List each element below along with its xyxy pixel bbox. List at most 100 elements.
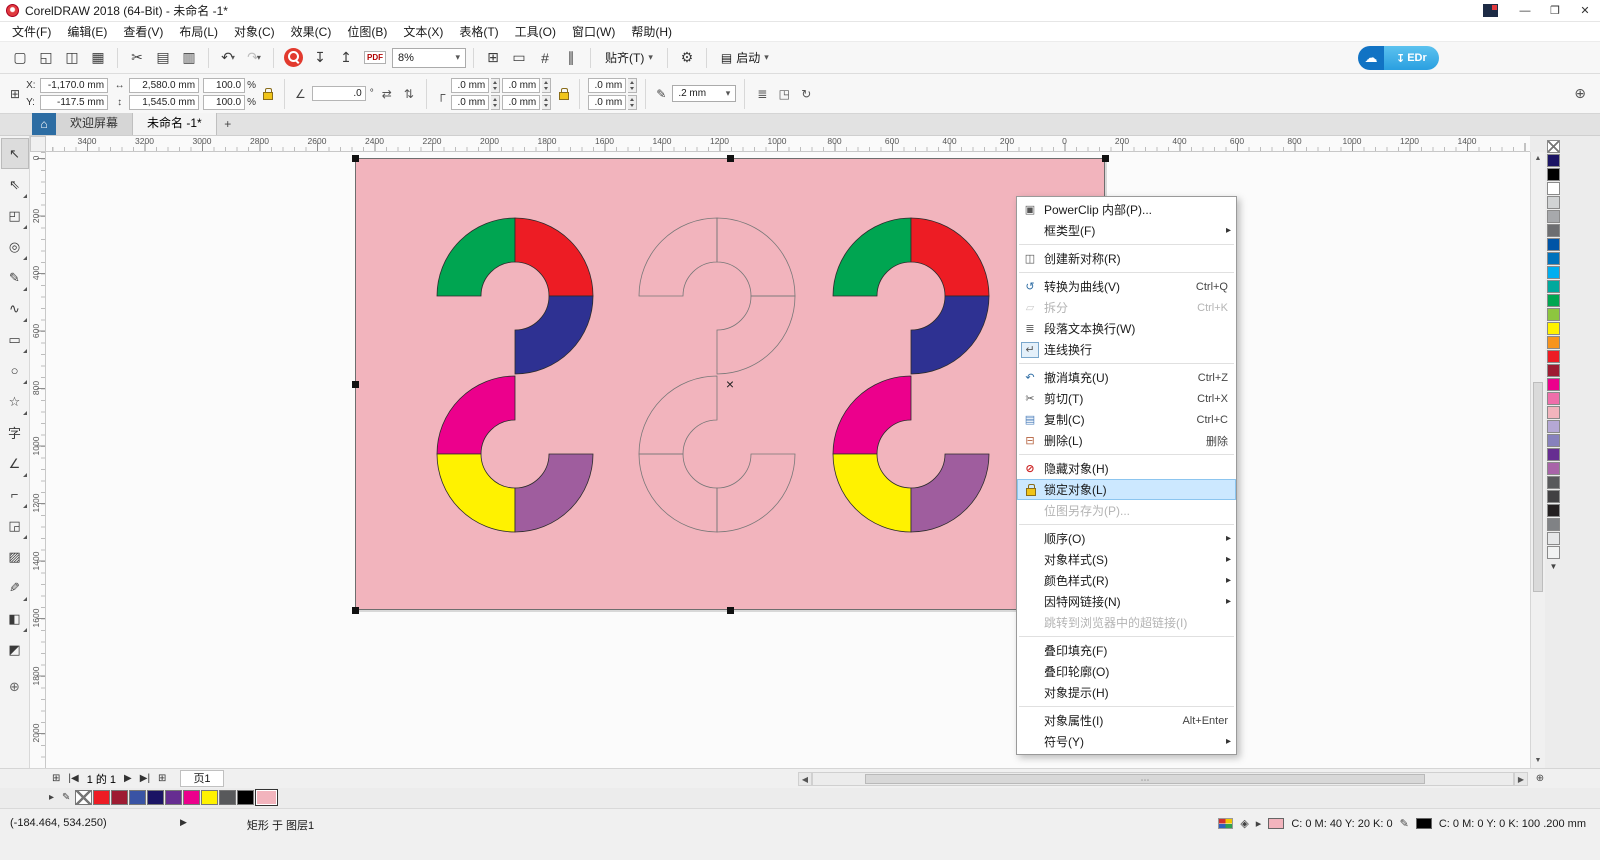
- outline-width-combo[interactable]: .2 mm ▾: [672, 85, 736, 102]
- magenta-segment[interactable]: [437, 376, 515, 454]
- cut-button[interactable]: ✂: [125, 46, 149, 70]
- dimension-tool[interactable]: ∠: [1, 448, 29, 479]
- magenta-segment[interactable]: [639, 376, 717, 454]
- context-menu-item[interactable]: 复制(C)Ctrl+C: [1017, 409, 1236, 430]
- x-position-field[interactable]: -1,170.0 mm: [40, 78, 108, 93]
- scrollbar-thumb[interactable]: ⋯: [865, 774, 1425, 784]
- context-menu-item[interactable]: 叠印填充(F): [1017, 640, 1236, 661]
- document-color-swatch[interactable]: [237, 790, 254, 805]
- export-button[interactable]: ↥: [334, 46, 358, 70]
- vertical-scrollbar[interactable]: ▲ ▼: [1530, 152, 1545, 768]
- publish-pdf-button[interactable]: PDF: [360, 46, 390, 70]
- red-segment[interactable]: [911, 218, 989, 296]
- blue-segment[interactable]: [911, 296, 989, 374]
- context-menu-item[interactable]: 颜色样式(R)▸: [1017, 570, 1236, 591]
- options-button[interactable]: ⚙: [675, 46, 699, 70]
- new-document-button[interactable]: ▢: [8, 46, 32, 70]
- next-page-button[interactable]: ▶: [120, 773, 136, 784]
- selection-handle[interactable]: [352, 155, 359, 162]
- color-swatch[interactable]: [1547, 280, 1560, 293]
- context-menu-item[interactable]: 剪切(T)Ctrl+X: [1017, 388, 1236, 409]
- page-1-tab[interactable]: 页1: [180, 770, 223, 787]
- context-menu-item[interactable]: 锁定对象(L): [1017, 479, 1236, 500]
- context-menu-item[interactable]: 框类型(F)▸: [1017, 220, 1236, 241]
- red-segment[interactable]: [717, 218, 795, 296]
- horizontal-scrollbar[interactable]: ⋯: [812, 772, 1514, 786]
- no-color-swatch[interactable]: [75, 790, 92, 805]
- purple-segment[interactable]: [717, 454, 795, 532]
- color-swatch[interactable]: [1547, 476, 1560, 489]
- add-page-button[interactable]: ⊞: [154, 773, 170, 784]
- context-menu-item[interactable]: 创建新对称(R): [1017, 248, 1236, 269]
- magenta-segment[interactable]: [833, 376, 911, 454]
- y-position-field[interactable]: -117.5 mm: [40, 95, 108, 110]
- context-menu-item[interactable]: 叠印轮廓(O): [1017, 661, 1236, 682]
- scroll-left-icon[interactable]: ◀: [798, 772, 812, 786]
- blue-segment[interactable]: [717, 296, 795, 374]
- paste-button[interactable]: ▥: [177, 46, 201, 70]
- menu-edit[interactable]: 编辑(E): [59, 22, 115, 42]
- color-swatch[interactable]: [1547, 420, 1560, 433]
- selection-handle[interactable]: [1102, 155, 1109, 162]
- document-color-swatch[interactable]: [111, 790, 128, 805]
- maximize-button[interactable]: ❐: [1540, 0, 1570, 22]
- menu-table[interactable]: 表格(T): [451, 22, 506, 42]
- corner-radius-field-4[interactable]: .0 mm: [502, 95, 540, 110]
- zoom-fit-icon[interactable]: ⊕: [1532, 772, 1548, 786]
- spinner[interactable]: [491, 78, 500, 93]
- context-menu-item[interactable]: 对象样式(S)▸: [1017, 549, 1236, 570]
- ruler-origin-corner[interactable]: [30, 136, 46, 152]
- pick-tool[interactable]: ↖: [1, 138, 29, 169]
- color-swatch[interactable]: [1547, 504, 1560, 517]
- canvas[interactable]: ×: [46, 152, 1530, 768]
- color-swatch[interactable]: [1547, 266, 1560, 279]
- corner-radius-field-3[interactable]: .0 mm: [451, 95, 489, 110]
- green-segment[interactable]: [833, 218, 911, 296]
- color-swatch[interactable]: [1547, 364, 1560, 377]
- shadow-tool[interactable]: ◲: [1, 510, 29, 541]
- yellow-segment[interactable]: [437, 454, 515, 532]
- show-grid-button[interactable]: #: [533, 46, 557, 70]
- context-menu-item[interactable]: PowerClip 内部(P)...: [1017, 199, 1236, 220]
- color-swatch[interactable]: [1547, 210, 1560, 223]
- color-swatch[interactable]: [1547, 252, 1560, 265]
- spinner[interactable]: [491, 95, 500, 110]
- show-guidelines-button[interactable]: ∥: [559, 46, 583, 70]
- shape-tool[interactable]: ⇖: [1, 169, 29, 200]
- chamfer-field-1[interactable]: .0 mm: [588, 78, 626, 93]
- menu-window[interactable]: 窗口(W): [564, 22, 623, 42]
- menu-effects[interactable]: 效果(C): [283, 22, 340, 42]
- launcher-dropdown[interactable]: ▤启动▾: [714, 46, 776, 70]
- undo-button[interactable]: ↶▾: [216, 46, 240, 70]
- context-menu-item[interactable]: 对象属性(I)Alt+Enter: [1017, 710, 1236, 731]
- transparency-tool[interactable]: ▨: [1, 541, 29, 572]
- vertical-ruler[interactable]: 0200400600800100012001400160018002000: [30, 152, 46, 768]
- object-height-field[interactable]: 1,545.0 mm: [129, 95, 199, 110]
- context-menu-item[interactable]: 撤消填充(U)Ctrl+Z: [1017, 367, 1236, 388]
- document-color-swatch[interactable]: [147, 790, 164, 805]
- menu-object[interactable]: 对象(C): [226, 22, 283, 42]
- s-shape-2[interactable]: [627, 215, 807, 535]
- mirror-vertical-button[interactable]: ⇅: [400, 85, 418, 103]
- scale-y-field[interactable]: 100.0: [203, 95, 245, 110]
- context-menu-item[interactable]: 删除(L)删除: [1017, 430, 1236, 451]
- interactive-fill-tool[interactable]: ◧: [1, 603, 29, 634]
- rotation-angle-field[interactable]: .0: [312, 86, 366, 101]
- text-tool[interactable]: 字: [1, 417, 29, 448]
- scroll-down-icon[interactable]: ▼: [1531, 754, 1545, 768]
- color-swatch[interactable]: [1547, 168, 1560, 181]
- color-swatch[interactable]: [1547, 518, 1560, 531]
- corner-radius-field-1[interactable]: .0 mm: [451, 78, 489, 93]
- color-swatch[interactable]: [1547, 546, 1560, 559]
- color-swatch[interactable]: [1547, 238, 1560, 251]
- rectangle-tool[interactable]: ▭: [1, 324, 29, 355]
- fullscreen-preview-button[interactable]: ⊞: [481, 46, 505, 70]
- convert-to-curves-button[interactable]: ↻: [797, 85, 815, 103]
- purple-segment[interactable]: [911, 454, 989, 532]
- s-shape-1[interactable]: [425, 215, 605, 535]
- last-page-button[interactable]: ▶|: [136, 773, 154, 784]
- artistic-media-tool[interactable]: ∿: [1, 293, 29, 324]
- menu-help[interactable]: 帮助(H): [623, 22, 680, 42]
- fill-type-icon[interactable]: ◈: [1240, 817, 1248, 830]
- menu-tools[interactable]: 工具(O): [507, 22, 564, 42]
